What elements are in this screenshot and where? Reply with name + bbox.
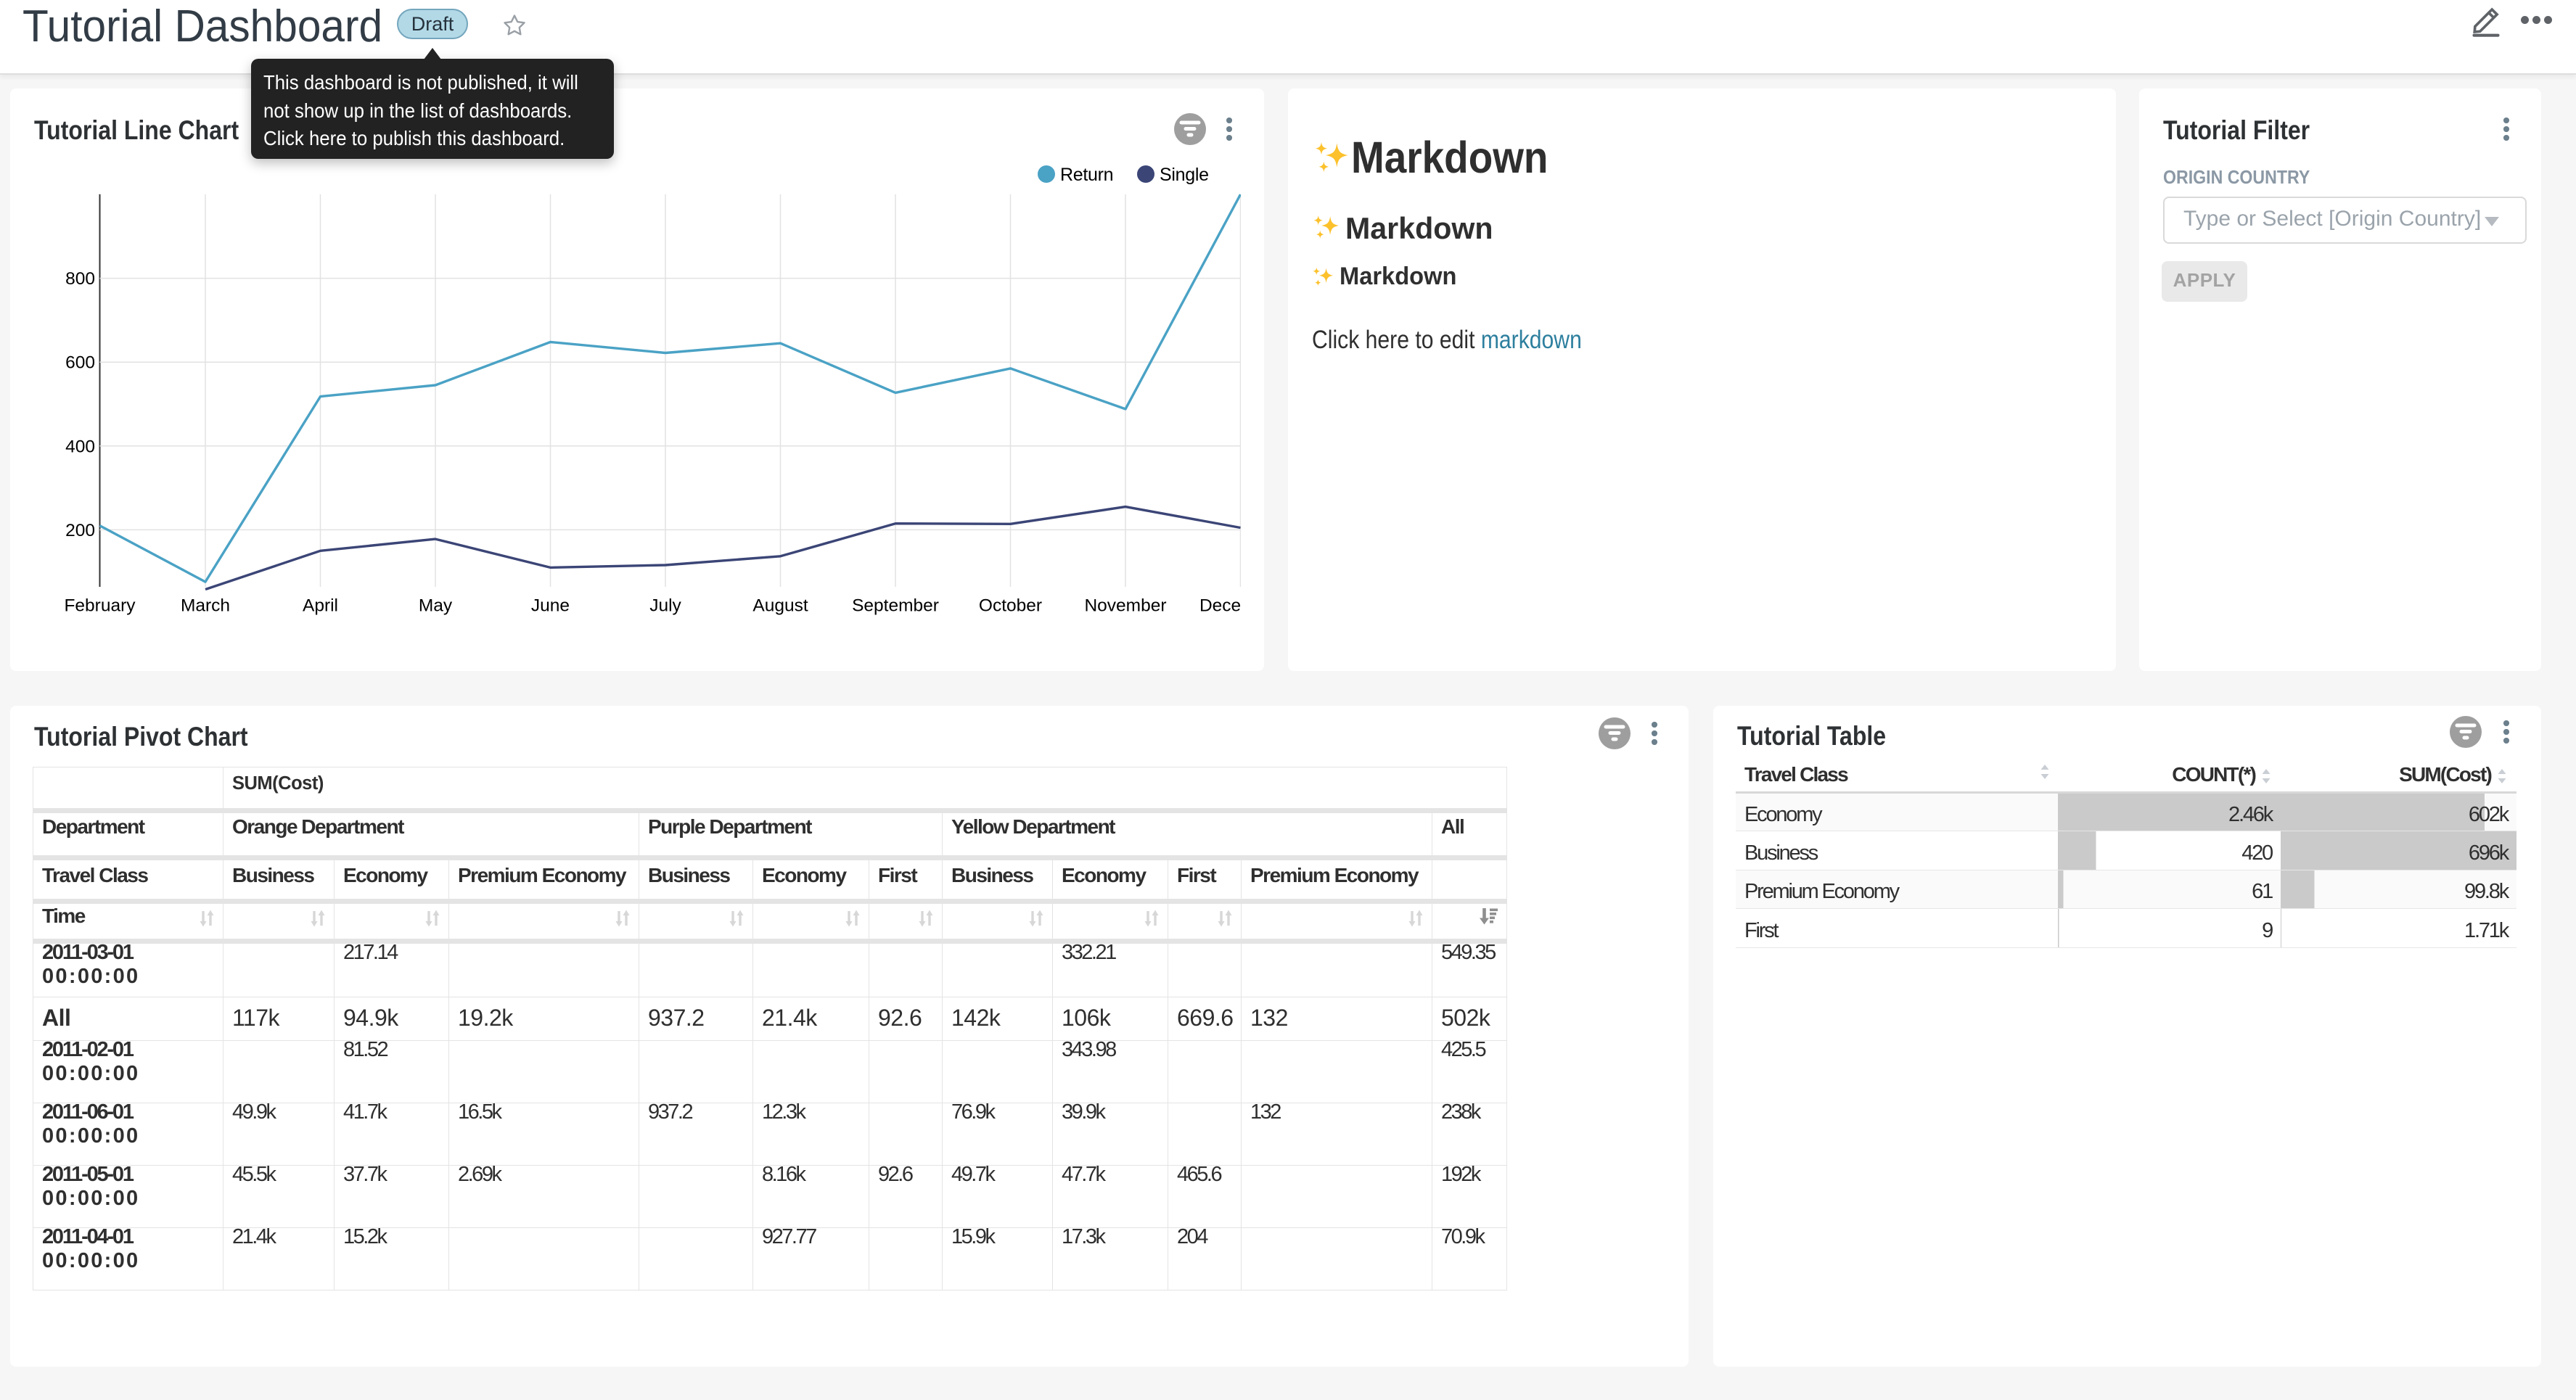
svg-text:March: March xyxy=(181,596,230,616)
svg-text:October: October xyxy=(979,596,1042,616)
svg-text:December: December xyxy=(1199,596,1241,616)
svg-text:February: February xyxy=(64,596,136,616)
svg-text:800: 800 xyxy=(65,269,95,289)
svg-text:April: April xyxy=(303,596,338,616)
svg-text:August: August xyxy=(752,596,808,616)
svg-text:400: 400 xyxy=(65,437,95,456)
svg-text:July: July xyxy=(649,596,681,616)
svg-text:June: June xyxy=(531,596,570,616)
svg-text:May: May xyxy=(419,596,453,616)
svg-text:November: November xyxy=(1084,596,1166,616)
svg-text:600: 600 xyxy=(65,353,95,373)
svg-text:September: September xyxy=(852,596,939,616)
svg-text:200: 200 xyxy=(65,521,95,540)
